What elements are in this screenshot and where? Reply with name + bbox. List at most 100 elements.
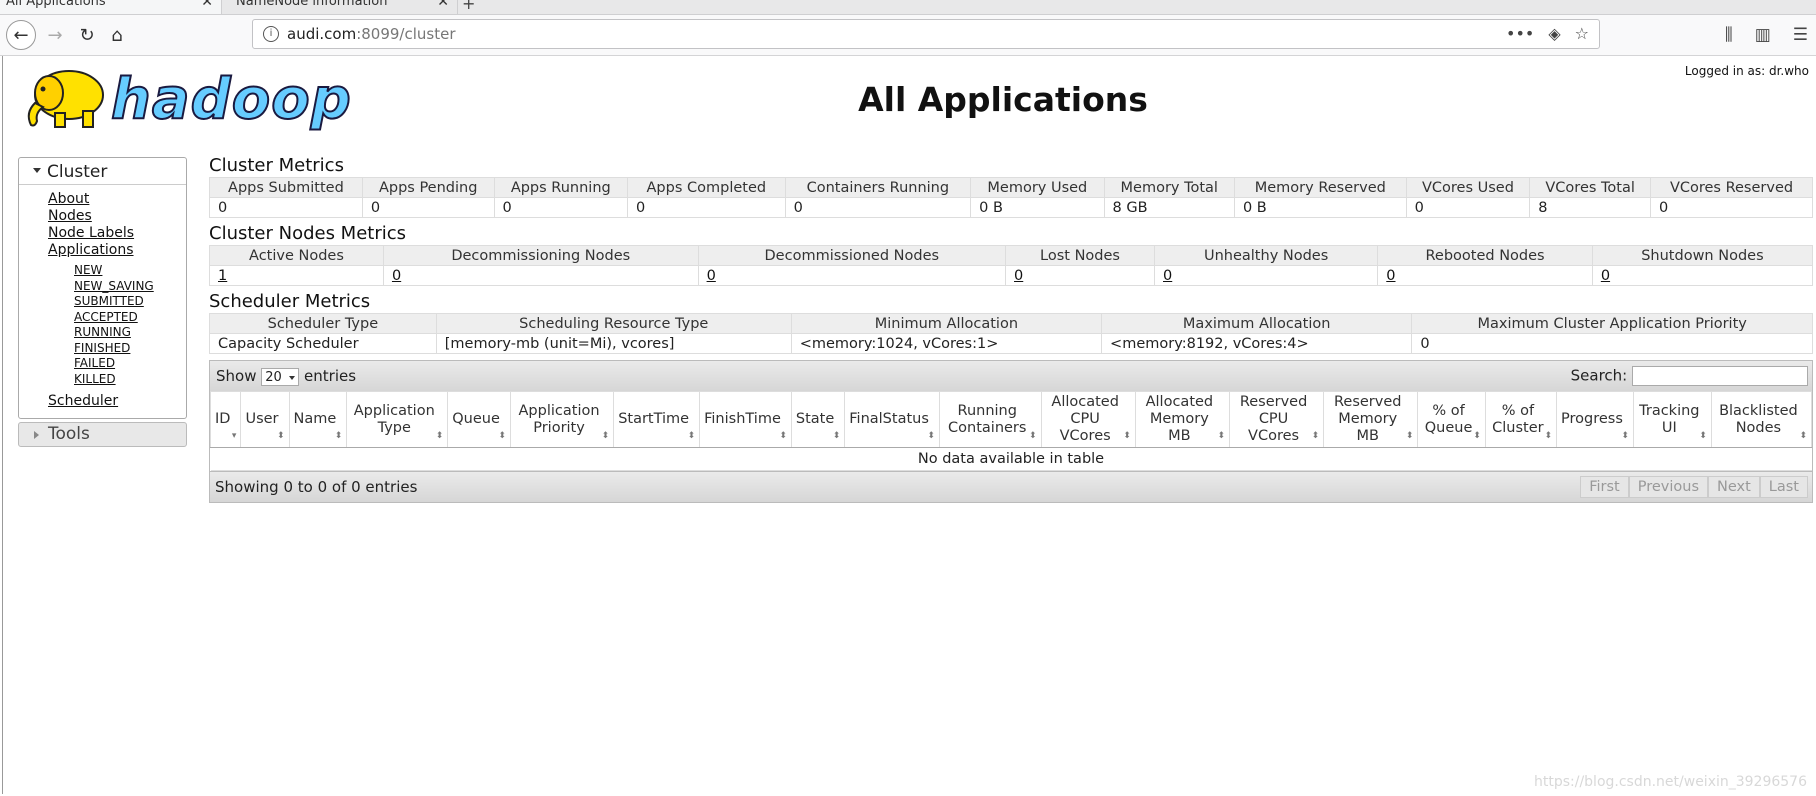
scheduler-metrics-value-minimum-allocation: <memory:1024, vCores:1> [790,333,1103,354]
logo-text: hadoop [110,66,352,133]
close-tab-icon[interactable]: ✕ [201,0,213,9]
app-state-killed[interactable]: KILLED [74,372,116,386]
cluster-metrics-value-apps-completed: 0 [627,197,786,218]
column-header-reserved-memory-mb[interactable]: Reserved Memory MB ⬍ [1323,391,1419,448]
sort-icon: ⬍ [601,431,610,441]
sort-icon: ⬍ [498,431,506,441]
forward-button[interactable]: → [40,20,70,50]
app-state-failed[interactable]: FAILED [74,356,115,370]
cluster-metrics-value-vcores-used: 0 [1405,197,1531,218]
pager-next-button[interactable]: Next [1708,476,1760,498]
new-tab-icon[interactable]: + [462,0,475,13]
sort-icon: ⬍ [687,431,696,441]
column-header-running-containers[interactable]: Running Containers ⬍ [938,391,1042,448]
sort-icon: ⬍ [832,431,841,441]
sidebar-item-about[interactable]: About [48,191,89,207]
node-metrics-link-lost-nodes[interactable]: 0 [1014,268,1023,284]
cluster-metrics-value-containers-running: 0 [784,197,972,218]
app-state-finished[interactable]: FINISHED [74,341,130,355]
library-icon[interactable]: ⫼ [1725,25,1733,45]
cluster-metrics-table: Apps Submitted Apps Pending Apps Running Ap… [209,177,1813,218]
scheduler-metrics-header-scheduling-resource-type: Scheduling Resource Type [435,313,792,334]
app-state-new[interactable]: NEW [74,263,102,277]
node-metrics-link-rebooted-nodes[interactable]: 0 [1386,268,1395,284]
sidebar-item-node-labels[interactable]: Node Labels [48,225,134,241]
node-metrics-value-shutdown-nodes: 0 [1591,265,1814,286]
node-metrics-header-active-nodes: Active Nodes [209,245,384,266]
column-header-reserved-cpu-vcores[interactable]: Reserved CPU VCores ⬍ [1228,391,1325,448]
tab-all-applications[interactable]: All Applications ✕ [0,0,222,14]
scheduler-metrics-value-scheduler-type: Capacity Scheduler [209,333,437,354]
scheduler-metrics-value-maximum-cluster-application-priority: 0 [1411,333,1813,354]
cluster-nodes-metrics-title: Cluster Nodes Metrics [209,223,407,244]
column-header-application-type[interactable]: Application Type ⬍ [346,391,449,448]
node-metrics-link-shutdown-nodes[interactable]: 0 [1601,268,1610,284]
menu-icon[interactable]: ☰ [1793,25,1808,45]
column-header-tracking-ui[interactable]: Tracking UI ⬍ [1632,391,1712,448]
node-metrics-link-unhealthy-nodes[interactable]: 0 [1163,268,1172,284]
applications-datatable: Show 20 entries Search: ID ▾ User ⬍ Name ⬍ App… [209,360,1813,503]
scheduler-metrics-title: Scheduler Metrics [209,291,371,312]
table-info: Showing 0 to 0 of 0 entries [215,478,418,496]
hadoop-logo[interactable]: hadoop [21,63,352,135]
entries-per-page-select[interactable]: 20 [261,367,300,386]
applications-table: ID ▾ User ⬍ Name ⬍ Application Type ⬍ Queue ⬍ Appl… [209,391,1813,471]
column-header-of-queue[interactable]: % of Queue ⬍ [1417,391,1486,448]
url-bar[interactable]: i audi.com:8099/cluster ••• ◈ ☆ [252,19,1600,49]
navigation-toolbar: ← → ↻ ⌂ i audi.com:8099/cluster ••• ◈ ☆ … [0,15,1816,56]
app-state-submitted[interactable]: SUBMITTED [74,294,144,308]
column-header-starttime[interactable]: StartTime ⬍ [613,391,701,448]
pager-previous-button[interactable]: Previous [1628,476,1708,498]
url-text[interactable]: audi.com:8099/cluster [287,25,456,43]
cluster-nodes-metrics-table: Active Nodes Decommissioning Nodes Decommi… [209,245,1814,286]
back-button[interactable]: ← [6,20,36,50]
cluster-nav-header[interactable]: Cluster [19,160,186,185]
column-header-allocated-memory-mb[interactable]: Allocated Memory MB ⬍ [1134,391,1231,448]
cluster-metrics-header-apps-submitted: Apps Submitted [209,177,363,198]
pager-last-button[interactable]: Last [1759,476,1808,498]
column-header-id[interactable]: ID ▾ [209,391,242,448]
sidebar-item-nodes[interactable]: Nodes [48,208,92,224]
column-header-finishtime[interactable]: FinishTime ⬍ [699,391,792,448]
home-button[interactable]: ⌂ [102,20,132,50]
bookmark-star-icon[interactable]: ☆ [1575,24,1589,43]
node-metrics-header-shutdown-nodes: Shutdown Nodes [1591,245,1814,266]
column-header-of-cluster[interactable]: % of Cluster ⬍ [1484,391,1558,448]
sidebar-toggle-icon[interactable]: ▥ [1755,25,1771,45]
scheduler-metrics-value-maximum-allocation: <memory:8192, vCores:4> [1101,333,1413,354]
node-metrics-link-active-nodes[interactable]: 1 [218,268,227,284]
column-header-progress[interactable]: Progress ⬍ [1556,391,1634,448]
app-state-accepted[interactable]: ACCEPTED [74,310,138,324]
column-header-allocated-cpu-vcores[interactable]: Allocated CPU VCores ⬍ [1040,391,1136,448]
app-state-running[interactable]: RUNNING [74,325,131,339]
sidebar-item-scheduler[interactable]: Scheduler [48,393,118,409]
node-metrics-link-decommissioning-nodes[interactable]: 0 [392,268,401,284]
column-header-name[interactable]: Name ⬍ [288,391,348,448]
page-title: All Applications [858,80,1148,119]
cluster-metrics-header-vcores-total: VCores Total [1529,177,1652,198]
tab-label: NameNode information [236,0,388,9]
column-header-finalstatus[interactable]: FinalStatus ⬍ [844,391,940,448]
column-header-state[interactable]: State ⬍ [790,391,846,448]
page-actions-icon[interactable]: ••• [1506,24,1534,43]
column-header-user[interactable]: User ⬍ [240,391,290,448]
node-metrics-value-rebooted-nodes: 0 [1377,265,1593,286]
column-header-queue[interactable]: Queue ⬍ [447,391,511,448]
pocket-icon[interactable]: ◈ [1548,24,1560,43]
pager-first-button[interactable]: First [1580,476,1629,498]
sidebar-item-applications[interactable]: Applications [48,242,134,258]
column-header-blacklisted-nodes[interactable]: Blacklisted Nodes ⬍ [1710,391,1813,448]
tools-nav-header[interactable]: Tools [18,422,187,447]
tab-namenode-information[interactable]: NameNode information ✕ [230,0,458,14]
reload-button[interactable]: ↻ [72,20,102,50]
node-metrics-value-lost-nodes: 0 [1005,265,1155,286]
sort-icon: ⬍ [1544,431,1552,441]
close-tab-icon[interactable]: ✕ [437,0,449,9]
node-metrics-link-decommissioned-nodes[interactable]: 0 [707,268,716,284]
column-header-application-priority[interactable]: Application Priority ⬍ [509,391,615,448]
scheduler-metrics-header-maximum-cluster-application-priority: Maximum Cluster Application Priority [1411,313,1813,334]
site-info-icon[interactable]: i [263,26,279,42]
search-input[interactable] [1632,366,1808,386]
cluster-metrics-header-memory-used: Memory Used [970,177,1105,198]
app-state-new-saving[interactable]: NEW_SAVING [74,279,154,293]
